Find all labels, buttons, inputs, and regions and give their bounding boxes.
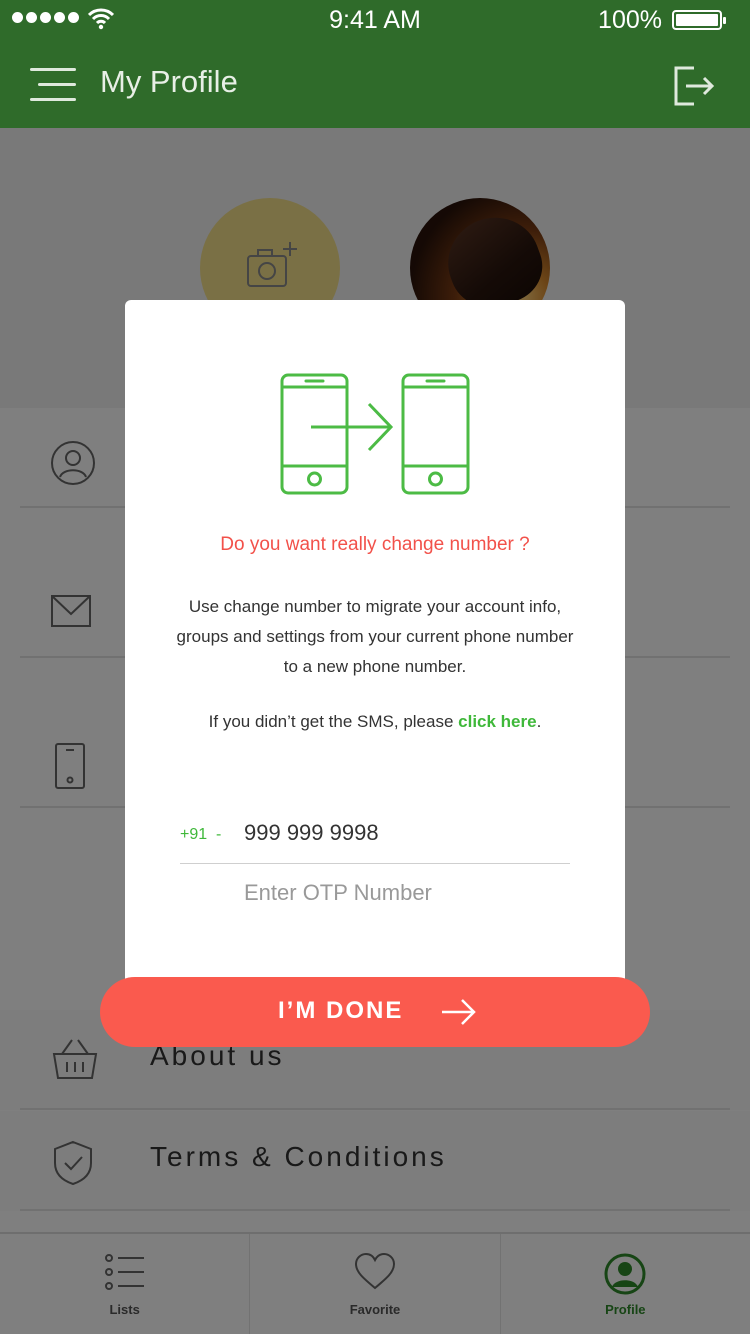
page-title: My Profile [100, 64, 238, 99]
otp-input[interactable] [244, 880, 564, 906]
dialog-description: Use change number to migrate your accoun… [176, 597, 574, 676]
click-here-link[interactable]: click here [458, 712, 536, 731]
im-done-button[interactable]: I’M DONE [100, 977, 650, 1047]
phone-transfer-icon [280, 373, 470, 495]
menu-icon[interactable] [30, 68, 76, 102]
change-number-dialog: Do you want really change number ? Use c… [125, 300, 625, 1000]
battery-icon [672, 10, 726, 30]
sms-hint: If you didn’t get the SMS, please click … [208, 712, 542, 731]
battery-percent: 100% [598, 6, 662, 34]
country-code[interactable]: +91 - [180, 826, 221, 844]
done-label: I’M DONE [278, 997, 404, 1024]
app-header: My Profile [0, 40, 750, 128]
phone-number-input[interactable] [244, 820, 564, 846]
status-bar: 9:41 AM 100% [0, 0, 750, 40]
arrow-right-icon [442, 999, 476, 1025]
phone-field: +91 - [180, 818, 570, 864]
logout-icon[interactable] [672, 64, 716, 108]
dialog-title: Do you want really change number ? [220, 534, 530, 555]
